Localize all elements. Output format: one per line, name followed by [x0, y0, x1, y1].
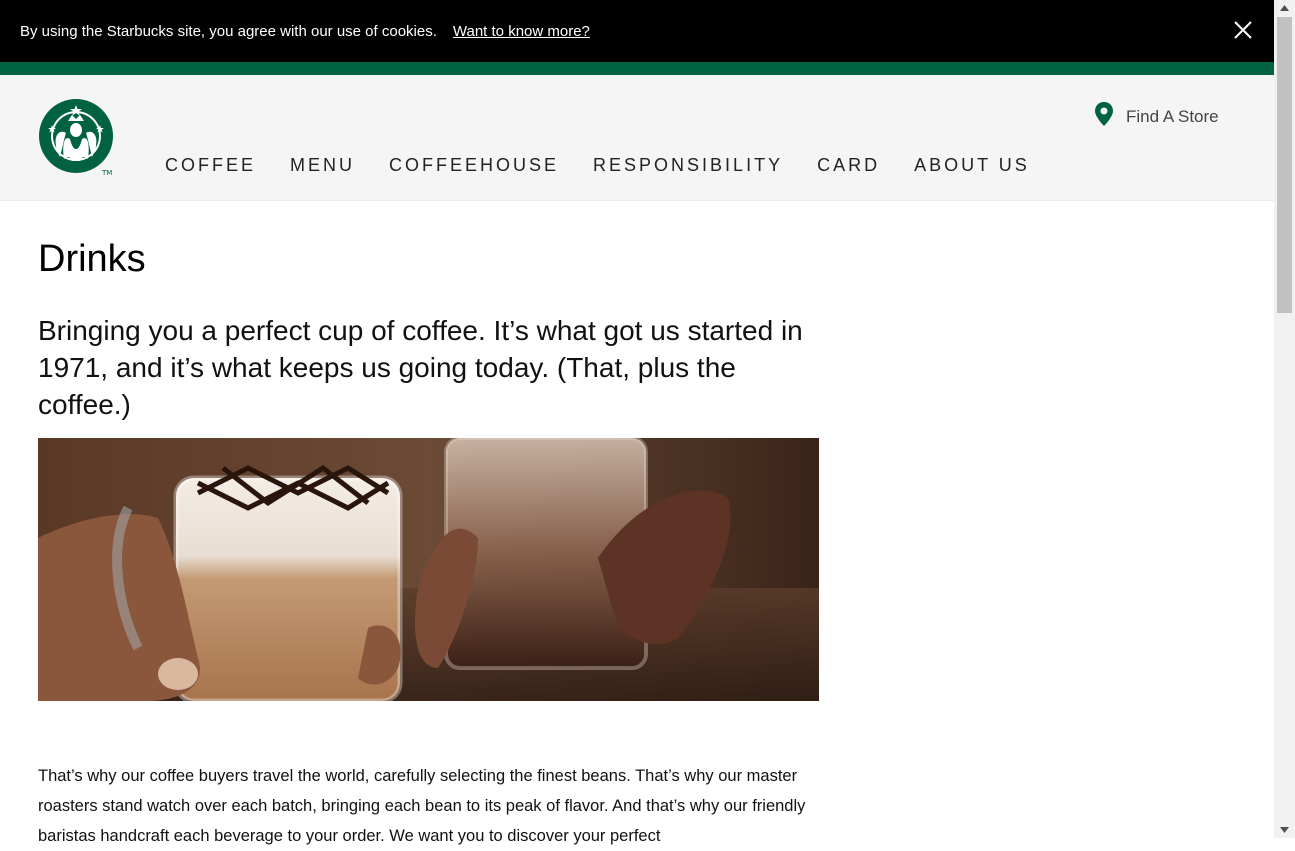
main-nav: COFFEE MENU COFFEEHOUSE RESPONSIBILITY C…	[165, 155, 1064, 176]
map-pin-icon	[1094, 101, 1114, 132]
hero-image	[38, 438, 819, 701]
lead-paragraph: Bringing you a perfect cup of coffee. It…	[38, 315, 803, 420]
nav-item-menu[interactable]: MENU	[290, 155, 355, 176]
page-title: Drinks	[38, 238, 146, 280]
nav-item-responsibility[interactable]: RESPONSIBILITY	[593, 155, 783, 176]
site-header: TM Find A Store COFFEE MENU COFFEEHOUSE …	[0, 75, 1274, 201]
starbucks-siren-logo-icon[interactable]: TM	[38, 99, 114, 177]
nav-item-coffee[interactable]: COFFEE	[165, 155, 256, 176]
nav-item-coffeehouse[interactable]: COFFEEHOUSE	[389, 155, 559, 176]
scroll-up-icon[interactable]	[1274, 0, 1295, 17]
brand-stripe	[0, 62, 1274, 75]
scrollbar-thumb[interactable]	[1277, 17, 1292, 313]
nav-item-card[interactable]: CARD	[817, 155, 880, 176]
svg-text:TM: TM	[101, 169, 112, 177]
find-store-label: Find A Store	[1126, 106, 1219, 126]
vertical-scrollbar[interactable]	[1274, 0, 1295, 838]
find-store-link[interactable]: Find A Store	[1094, 101, 1219, 132]
nav-item-about-us[interactable]: ABOUT US	[914, 155, 1030, 176]
cookie-banner: By using the Starbucks site, you agree w…	[0, 0, 1274, 62]
cookie-more-link[interactable]: Want to know more?	[453, 23, 590, 40]
close-icon[interactable]	[1232, 19, 1254, 41]
scroll-down-icon[interactable]	[1274, 821, 1295, 838]
cookie-message: By using the Starbucks site, you agree w…	[20, 22, 437, 40]
